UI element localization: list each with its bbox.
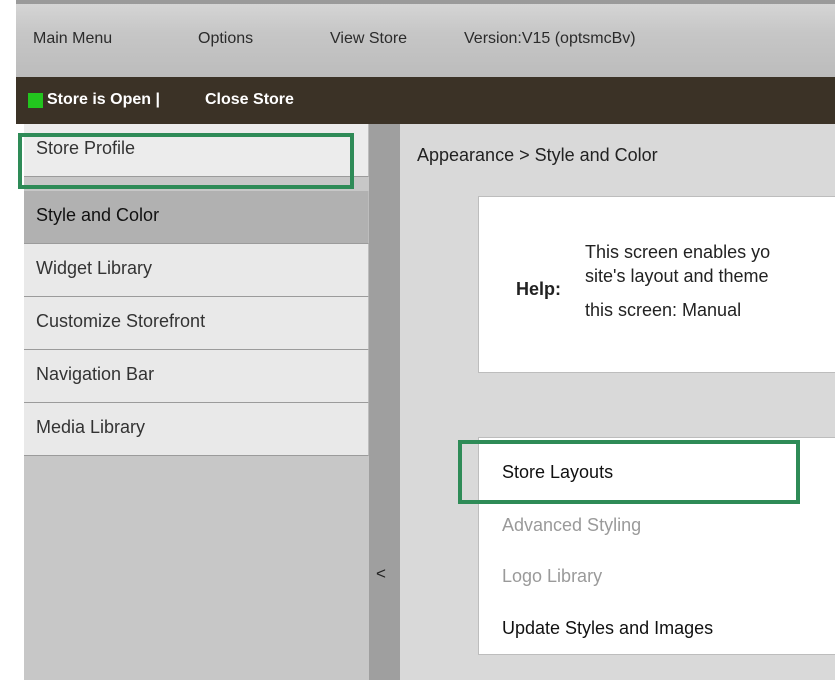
sidebar-item-label: Store Profile xyxy=(36,138,136,158)
options-link[interactable]: Options xyxy=(198,30,253,48)
sidebar-item-label: Media Library xyxy=(36,417,146,437)
store-status-text: Store is Open | xyxy=(47,91,160,108)
sidebar-item-style-and-color[interactable]: Style and Color xyxy=(24,191,369,244)
store-layouts-link[interactable]: Store Layouts xyxy=(502,462,613,483)
help-text-line: This screen enables yo xyxy=(585,242,771,262)
sidebar-item-customize-storefront[interactable]: Customize Storefront xyxy=(24,297,369,350)
sidebar-item-label: Style and Color xyxy=(36,205,160,225)
main-menu-link[interactable]: Main Menu xyxy=(33,30,112,48)
help-box: Help: This screen enables yo site's layo… xyxy=(478,196,835,373)
close-store-link[interactable]: Close Store xyxy=(205,91,294,109)
view-store-link[interactable]: View Store xyxy=(330,30,407,48)
sidebar-item-label: Widget Library xyxy=(36,258,153,278)
update-styles-and-images-link[interactable]: Update Styles and Images xyxy=(502,618,713,639)
help-text-line: site's layout and theme xyxy=(585,266,769,286)
version-label: Version:V15 (optsmcBv) xyxy=(464,30,636,47)
logo-library-link: Logo Library xyxy=(502,566,603,586)
collapse-chevron-icon: < xyxy=(376,564,386,583)
sidebar-item-label: Navigation Bar xyxy=(36,364,155,384)
sidebar-item-navigation-bar[interactable]: Navigation Bar xyxy=(24,350,369,403)
sidebar-item-media-library[interactable]: Media Library xyxy=(24,403,369,456)
sidebar-item-widget-library[interactable]: Widget Library xyxy=(24,244,369,297)
top-menu-bar: Main Menu Options View Store Version:V15… xyxy=(16,0,835,77)
store-open-indicator-icon xyxy=(28,93,43,108)
sidebar-item-label: Customize Storefront xyxy=(36,311,206,331)
help-manual-link[interactable]: this screen: Manual xyxy=(585,300,741,321)
sidebar: Store Profile Style and Color Widget Lib… xyxy=(24,124,369,680)
sidebar-item-store-profile[interactable]: Store Profile xyxy=(24,124,369,177)
breadcrumb: Appearance > Style and Color xyxy=(417,145,658,165)
main-panel: Appearance > Style and Color Help: This … xyxy=(400,124,835,680)
store-admin-app: Main Menu Options View Store Version:V15… xyxy=(16,0,835,680)
advanced-styling-link: Advanced Styling xyxy=(502,515,642,535)
store-status-bar: Store is Open | Close Store xyxy=(16,77,835,124)
help-label: Help: xyxy=(516,279,561,299)
sidebar-collapse-handle[interactable]: < xyxy=(369,124,400,680)
style-options-box: Store Layouts Advanced Styling Logo Libr… xyxy=(478,437,835,655)
